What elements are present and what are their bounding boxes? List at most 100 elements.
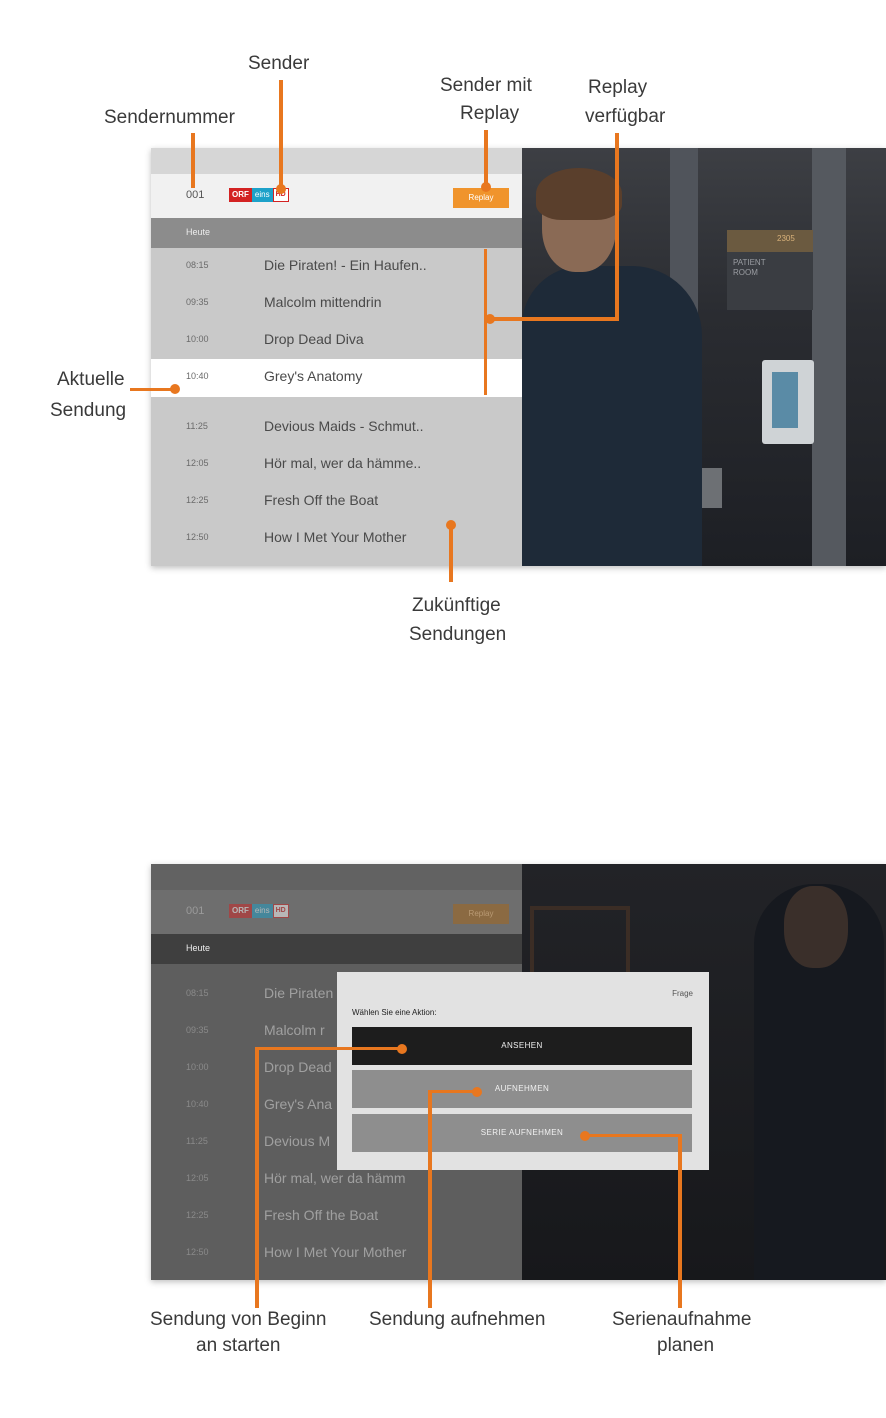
record-button[interactable]: AUFNEHMEN (352, 1070, 692, 1108)
callout-aktuelle-1: Aktuelle (57, 369, 125, 390)
program-time: 12:50 (186, 1247, 209, 1257)
action-dialog: Frage Wählen Sie eine Aktion: ANSEHEN AU… (337, 972, 709, 1170)
program-time: 10:40 (186, 1099, 209, 1109)
logo-part-3: HD (272, 904, 289, 918)
callout-von-beginn-2: an starten (196, 1335, 281, 1356)
day-header: Heute (151, 934, 522, 964)
program-time: 10:00 (186, 1062, 209, 1072)
program-title: Die Piraten! - Ein Haufen.. (264, 257, 427, 273)
leader-dot-serie (580, 1131, 590, 1141)
program-time: 12:25 (186, 495, 209, 505)
leader-line-von-beginn-vertical (255, 1048, 259, 1308)
program-row: 12:25 Fresh Off the Boat (151, 1198, 522, 1235)
replay-badge[interactable]: Replay (453, 188, 509, 208)
leader-dot-zukuenftige (446, 520, 456, 530)
callout-zukuenftige-1: Zukünftige (412, 595, 501, 616)
day-label: Heute (186, 943, 211, 953)
leader-line-serie-vertical (678, 1135, 682, 1308)
program-title: Malcolm mittendrin (264, 294, 382, 310)
callout-sender: Sender (248, 53, 310, 74)
leader-line-von-beginn-horizontal (255, 1047, 401, 1050)
sign-number: 2305 (777, 234, 795, 243)
program-title: Grey's Anatomy (264, 368, 363, 384)
program-row[interactable]: 12:25 Fresh Off the Boat (151, 483, 522, 520)
logo-part-2: eins (251, 188, 273, 202)
channel-row: 001 ORF eins HD Replay (151, 890, 522, 934)
dialog-title: Frage (672, 989, 693, 998)
program-time: 08:15 (186, 260, 209, 270)
sign-text-2: ROOM (733, 268, 758, 277)
leader-dot-aktuelle (170, 384, 180, 394)
leader-line-sender (279, 80, 283, 188)
program-title: Hör mal, wer da hämme.. (264, 455, 422, 471)
program-time: 09:35 (186, 297, 209, 307)
replay-badge: Replay (453, 904, 509, 924)
program-row[interactable]: 11:25 Devious Maids - Schmut.. (151, 409, 522, 446)
program-title: Grey's Ana (264, 1096, 333, 1112)
program-title: How I Met Your Mother (264, 1244, 407, 1260)
program-panel: 001 ORF eins HD Replay Heute 08:15 Die P… (151, 148, 522, 566)
leader-line-aktuelle (130, 388, 174, 391)
program-title: How I Met Your Mother (264, 529, 407, 545)
program-time: 11:25 (186, 421, 208, 431)
program-row[interactable]: 12:50 How I Met Your Mother (151, 520, 522, 557)
program-time: 11:25 (186, 1136, 208, 1146)
record-series-button[interactable]: SERIE AUFNEHMEN (352, 1114, 692, 1152)
callout-sender-mit-replay-1: Sender mit (440, 75, 532, 96)
leader-dot-von-beginn (397, 1044, 407, 1054)
program-row[interactable]: 10:00 Drop Dead Diva (151, 322, 522, 359)
replay-bracket (484, 249, 487, 395)
leader-dot-aufnehmen (472, 1087, 482, 1097)
program-title: Malcolm r (264, 1022, 325, 1038)
program-title: Die Piraten (264, 985, 334, 1001)
leader-dot-sender (276, 184, 286, 194)
program-row[interactable]: 08:15 Die Piraten! - Ein Haufen.. (151, 248, 522, 285)
callout-replay-verfuegbar-2: verfügbar (585, 106, 666, 127)
leader-line-zukuenftige (449, 524, 453, 582)
program-time: 12:05 (186, 1173, 209, 1183)
video-dispenser (762, 360, 814, 444)
program-time: 12:05 (186, 458, 209, 468)
channel-logo: ORF eins HD (229, 904, 289, 918)
program-title: Hör mal, wer da hämm (264, 1170, 406, 1186)
callout-zukuenftige-2: Sendungen (409, 624, 507, 645)
callout-sendernummer: Sendernummer (104, 107, 235, 128)
program-time: 08:15 (186, 988, 209, 998)
leader-line-replay-horizontal (490, 317, 619, 321)
tv-guide-screen: 2305 PATIENT ROOM 001 ORF eins HD Replay… (151, 148, 886, 566)
callout-serie-2: planen (657, 1335, 715, 1356)
channel-row[interactable]: 001 ORF eins HD Replay (151, 174, 522, 218)
video-person-hair (536, 168, 622, 220)
tv-guide-dialog-screen: 001 ORF eins HD Replay Heute 08:15 Die P… (151, 864, 886, 1280)
video-door-2 (812, 148, 846, 566)
program-title: Fresh Off the Boat (264, 492, 379, 508)
program-title: Drop Dead Diva (264, 331, 364, 347)
callout-sender-mit-replay-2: Replay (460, 103, 520, 124)
leader-line-aufnehmen-vertical (428, 1091, 432, 1308)
program-row-current[interactable]: 10:40 Grey's Anatomy (151, 359, 522, 397)
program-time: 10:40 (186, 371, 209, 381)
leader-line-sendernummer (191, 133, 195, 188)
dialog-prompt: Wählen Sie eine Aktion: (352, 1008, 437, 1017)
program-title: Drop Dead (264, 1059, 332, 1075)
program-row[interactable]: 09:35 Malcolm mittendrin (151, 285, 522, 322)
day-label: Heute (186, 227, 211, 237)
leader-line-aufnehmen-horizontal (428, 1090, 476, 1093)
leader-line-replay-vertical (615, 133, 619, 321)
program-time: 12:25 (186, 1210, 209, 1220)
callout-von-beginn-1: Sendung von Beginn (150, 1309, 327, 1330)
callout-aktuelle-2: Sendung (50, 400, 127, 421)
sign-text-1: PATIENT (733, 258, 766, 267)
program-row[interactable]: 12:05 Hör mal, wer da hämme.. (151, 446, 522, 483)
channel-number: 001 (186, 189, 205, 201)
program-time: 09:35 (186, 1025, 209, 1035)
program-title: Devious Maids - Schmut.. (264, 418, 424, 434)
channel-number: 001 (186, 905, 205, 917)
logo-part-2: eins (251, 904, 273, 918)
program-time: 12:50 (186, 532, 209, 542)
program-title: Devious M (264, 1133, 331, 1149)
logo-part-1: ORF (229, 904, 252, 918)
callout-replay-verfuegbar-1: Replay (588, 77, 648, 98)
video-preview: 2305 PATIENT ROOM (522, 148, 886, 566)
leader-line-sender-mit-replay (484, 130, 488, 186)
